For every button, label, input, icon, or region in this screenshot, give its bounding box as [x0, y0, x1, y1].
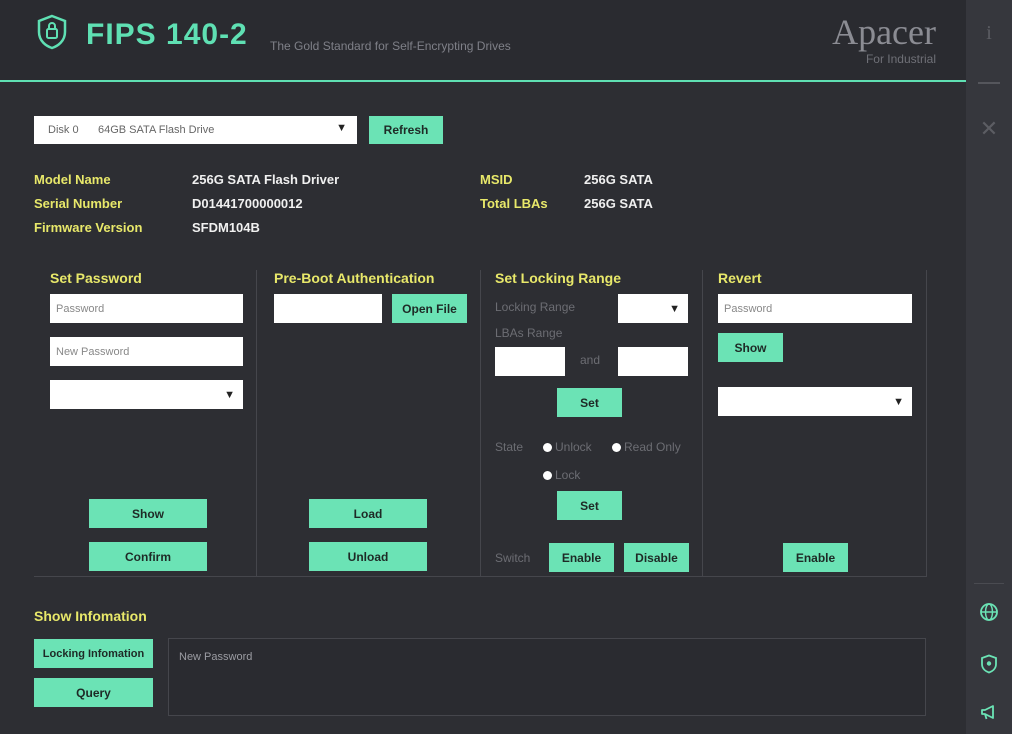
- total-lbas-label: Total LBAs: [480, 196, 548, 211]
- unload-button[interactable]: Unload: [309, 542, 427, 571]
- close-icon[interactable]: ✕: [966, 116, 1012, 142]
- radio-dot-icon: [543, 470, 552, 480]
- file-path-input[interactable]: [274, 294, 382, 323]
- new-password-input[interactable]: New Password: [50, 337, 243, 366]
- show-information-title: Show Infomation: [34, 608, 147, 624]
- read-only-radio[interactable]: Read Only: [612, 440, 681, 454]
- disable-locking-button[interactable]: Disable: [624, 543, 689, 572]
- switch-label: Switch: [495, 551, 531, 565]
- brand-name: Apacer: [832, 12, 936, 52]
- preboot-auth-title: Pre-Boot Authentication: [274, 270, 435, 286]
- locking-range-label: Locking Range: [495, 300, 576, 314]
- dropdown-arrow-icon: ▼: [336, 122, 347, 134]
- minimize-icon[interactable]: [978, 82, 1000, 84]
- revert-enable-button[interactable]: Enable: [783, 543, 848, 572]
- app-subtitle: The Gold Standard for Self-Encrypting Dr…: [270, 39, 511, 53]
- lock-radio[interactable]: Lock: [543, 468, 580, 482]
- shield-icon[interactable]: [979, 654, 999, 674]
- dropdown-arrow-icon: ▼: [893, 395, 904, 408]
- show-password-button[interactable]: Show: [89, 499, 207, 528]
- megaphone-icon[interactable]: [979, 702, 999, 722]
- revert-show-button[interactable]: Show: [718, 333, 783, 362]
- lbas-range-label: LBAs Range: [495, 326, 563, 340]
- information-output-text: New Password: [179, 651, 253, 663]
- unlock-radio[interactable]: Unlock: [543, 440, 592, 454]
- model-name-label: Model Name: [34, 172, 111, 187]
- revert-password-input[interactable]: Password: [718, 294, 912, 323]
- right-sidebar: i ✕: [966, 0, 1012, 734]
- model-name-value: 256G SATA Flash Driver: [192, 172, 340, 187]
- radio-dot-icon: [612, 442, 621, 452]
- firmware-version-value: SFDM104B: [192, 220, 260, 235]
- read-only-label: Read Only: [624, 440, 681, 454]
- globe-icon[interactable]: [979, 602, 999, 622]
- app-header: FIPS 140-2 The Gold Standard for Self-En…: [0, 0, 966, 82]
- info-icon[interactable]: i: [966, 22, 1012, 45]
- confirm-button[interactable]: Confirm: [89, 542, 207, 571]
- disk-id: Disk 0: [48, 124, 79, 136]
- shield-lock-icon: [37, 14, 67, 50]
- column-divider: [702, 270, 703, 577]
- lba-start-input[interactable]: [495, 347, 565, 376]
- locking-range-select[interactable]: ▼: [618, 294, 688, 323]
- password-option-select[interactable]: ▼: [50, 380, 243, 409]
- disk-select[interactable]: Disk 0 64GB SATA Flash Drive ▼: [34, 116, 357, 144]
- revert-title: Revert: [718, 270, 762, 286]
- locking-information-button[interactable]: Locking Infomation: [34, 639, 153, 668]
- password-input[interactable]: Password: [50, 294, 243, 323]
- msid-label: MSID: [480, 172, 513, 187]
- firmware-version-label: Firmware Version: [34, 220, 143, 235]
- serial-number-value: D01441700000012: [192, 196, 303, 211]
- set-range-button[interactable]: Set: [557, 388, 622, 417]
- query-button[interactable]: Query: [34, 678, 153, 707]
- brand-logo: Apacer For Industrial: [832, 14, 936, 66]
- set-password-title: Set Password: [50, 270, 142, 286]
- radio-dot-icon: [543, 442, 552, 452]
- msid-value: 256G SATA: [584, 172, 653, 187]
- disk-description: 64GB SATA Flash Drive: [98, 124, 215, 136]
- set-state-button[interactable]: Set: [557, 491, 622, 520]
- sidebar-divider: [974, 583, 1004, 584]
- information-output-box[interactable]: New Password: [168, 638, 926, 716]
- refresh-button[interactable]: Refresh: [369, 116, 443, 144]
- serial-number-label: Serial Number: [34, 196, 123, 211]
- open-file-button[interactable]: Open File: [392, 294, 467, 323]
- dropdown-arrow-icon: ▼: [224, 388, 235, 401]
- load-button[interactable]: Load: [309, 499, 427, 528]
- column-divider: [926, 270, 927, 577]
- app-title: FIPS 140-2: [86, 18, 248, 51]
- column-divider: [256, 270, 257, 577]
- brand-tagline: For Industrial: [865, 52, 936, 66]
- lba-end-input[interactable]: [618, 347, 688, 376]
- revert-option-select[interactable]: ▼: [718, 387, 912, 416]
- state-label: State: [495, 440, 524, 454]
- locking-range-title: Set Locking Range: [495, 270, 622, 286]
- dropdown-arrow-icon: ▼: [669, 302, 680, 315]
- column-divider: [480, 270, 481, 577]
- total-lbas-value: 256G SATA: [584, 196, 653, 211]
- lock-label: Lock: [555, 468, 581, 482]
- section-divider: [34, 576, 926, 577]
- enable-locking-button[interactable]: Enable: [549, 543, 614, 572]
- unlock-label: Unlock: [555, 440, 592, 454]
- and-label: and: [580, 353, 601, 367]
